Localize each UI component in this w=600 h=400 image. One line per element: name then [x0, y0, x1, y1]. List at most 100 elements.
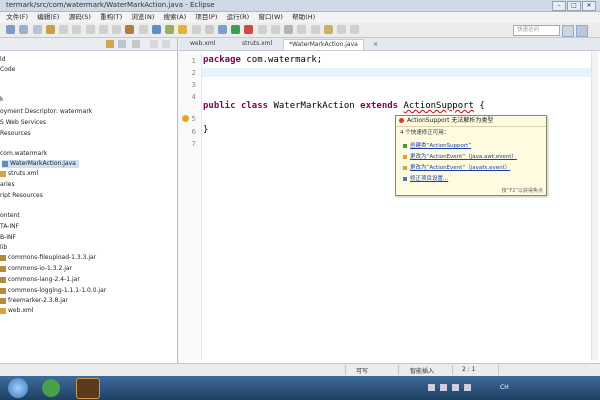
tree-item[interactable]: TA-INF [0, 223, 19, 231]
next-annotation-icon[interactable] [297, 25, 307, 34]
tree-item-label: commons-logging-1.1.1-1.0.0.jar [8, 287, 107, 294]
tree-item[interactable]: Code [0, 66, 15, 74]
quick-fix-link[interactable]: 更改为“ActionEvent”（javafx.event） [403, 163, 510, 171]
tree-item[interactable]: k [0, 96, 3, 104]
tree-item[interactable]: aries [0, 181, 15, 189]
menu-help[interactable]: 帮助(H) [292, 12, 315, 22]
tree-item[interactable]: Resources [0, 130, 31, 138]
code-error-token[interactable]: ActionSupport [404, 101, 474, 111]
tree-item[interactable]: ld [0, 56, 5, 64]
tree-item[interactable]: lib [0, 244, 7, 252]
taskbar-app-icon[interactable] [42, 379, 60, 397]
code-keyword: public [203, 101, 236, 111]
tree-item[interactable]: commons-fileupload-1.3.3.jar [0, 254, 96, 262]
collapse-all-icon[interactable] [106, 40, 114, 48]
close-button[interactable]: ✕ [582, 1, 596, 11]
status-separator [498, 365, 499, 375]
tree-item[interactable]: commons-logging-1.1.1-1.0.0.jar [0, 287, 106, 295]
menu-refactor[interactable]: 重构(T) [100, 12, 122, 22]
quick-fix-label: 更改为“ActionEvent”（java.awt.event） [410, 154, 517, 160]
code-text: } [203, 125, 209, 135]
eclipse-taskbar-icon[interactable] [76, 378, 100, 399]
status-writable: 可写 [356, 368, 369, 375]
perspective-icon[interactable] [562, 25, 574, 37]
build-icon[interactable] [45, 25, 55, 34]
tree-item[interactable]: commons-lang-2.4-1.jar [0, 276, 80, 284]
minimize-view-icon[interactable] [150, 40, 158, 48]
window-title: termark/src/com/watermark/WaterMarkActio… [6, 1, 215, 9]
tray-icon[interactable] [428, 384, 435, 391]
copy-icon[interactable] [72, 25, 82, 34]
open-task-icon[interactable] [270, 25, 280, 34]
menu-search[interactable]: 搜索(A) [164, 12, 187, 22]
settings-icon[interactable] [191, 25, 201, 34]
menu-source[interactable]: 源码(S) [69, 12, 91, 22]
quick-fix-link[interactable]: 修正项目设置... [403, 174, 448, 182]
tree-item-label: commons-fileupload-1.3.3.jar [8, 254, 97, 261]
structure-icon[interactable] [204, 25, 214, 34]
link-editor-icon[interactable] [118, 40, 126, 48]
java-perspective-icon[interactable] [576, 25, 588, 37]
print-icon[interactable] [32, 25, 42, 34]
server-icon[interactable] [125, 25, 135, 34]
tray-icon[interactable] [440, 384, 447, 391]
close-tab-icon[interactable]: ✕ [373, 41, 378, 48]
view-menu-icon[interactable] [132, 40, 140, 48]
input-method-indicator[interactable]: CH [500, 384, 509, 391]
menu-run[interactable]: 运行(R) [227, 12, 250, 22]
code-editor[interactable]: web.xml struts.xml *WaterMarkAction.java… [179, 38, 600, 363]
tree-item[interactable]: commons-io-1.3.2.jar [0, 265, 72, 273]
forward-icon[interactable] [350, 25, 360, 34]
status-bar: 可写 智能插入 2 : 1 [0, 363, 600, 377]
tree-item[interactable]: freemarker-2.3.8.jar [0, 297, 68, 305]
tab-struts-xml[interactable]: struts.xml [237, 39, 277, 49]
run-icon[interactable] [231, 25, 241, 34]
menu-edit[interactable]: 编辑(E) [37, 12, 59, 22]
tree-item[interactable]: B-INF [0, 234, 16, 242]
back-icon[interactable] [337, 25, 347, 34]
paste-icon[interactable] [85, 25, 95, 34]
new-icon[interactable] [6, 25, 16, 34]
annotation-icon[interactable] [284, 25, 294, 34]
tree-item[interactable]: ontent [0, 212, 20, 220]
save-icon[interactable] [19, 25, 29, 34]
tab-web-xml[interactable]: web.xml [185, 39, 220, 49]
quick-fix-link[interactable]: 创建类“ActionSupport” [403, 141, 471, 149]
undo-icon[interactable] [98, 25, 108, 34]
redo-icon[interactable] [112, 25, 122, 34]
tree-item[interactable]: oyment Descriptor: watermark [0, 108, 92, 116]
minimize-button[interactable]: – [552, 1, 566, 11]
menu-file[interactable]: 文件(F) [6, 12, 28, 22]
tree-item-selected[interactable]: WaterMarkAction.java [2, 160, 79, 168]
error-marker-icon[interactable] [182, 115, 189, 122]
package-icon[interactable] [178, 25, 188, 34]
last-edit-icon[interactable] [323, 25, 333, 34]
tree-item[interactable]: ript Resources [0, 192, 43, 200]
quick-fix-link[interactable]: 更改为“ActionEvent”（java.awt.event） [403, 152, 517, 160]
tray-icon[interactable] [452, 384, 459, 391]
popup-subtitle: 4 个快速修正可用： [400, 130, 450, 136]
menu-navigate[interactable]: 浏览(N) [131, 12, 154, 22]
menu-window[interactable]: 窗口(W) [258, 12, 283, 22]
tab-watermark-action[interactable]: *WaterMarkAction.java [283, 39, 364, 50]
search-icon[interactable] [165, 25, 175, 34]
maximize-button[interactable]: □ [567, 1, 581, 11]
format-icon[interactable] [138, 25, 148, 34]
cut-icon[interactable] [59, 25, 69, 34]
open-type-icon[interactable] [151, 25, 161, 34]
tray-icon[interactable] [464, 384, 471, 391]
start-button[interactable] [8, 378, 28, 398]
tree-item[interactable]: com.watermark [0, 150, 47, 158]
quick-access-input[interactable]: 快速访问 [513, 25, 560, 36]
tree-item[interactable]: S Web Services [0, 119, 46, 127]
line-number: 3 [191, 81, 196, 89]
external-tools-icon[interactable] [244, 25, 254, 34]
tree-item[interactable]: web.xml [0, 307, 33, 315]
tree-item[interactable]: struts.xml [0, 170, 38, 178]
menu-project[interactable]: 项目(P) [195, 12, 217, 22]
new-class-icon[interactable] [257, 25, 267, 34]
maximize-view-icon[interactable] [162, 40, 170, 48]
prev-annotation-icon[interactable] [310, 25, 320, 34]
debug-icon[interactable] [217, 25, 227, 34]
overview-ruler[interactable] [591, 51, 598, 361]
